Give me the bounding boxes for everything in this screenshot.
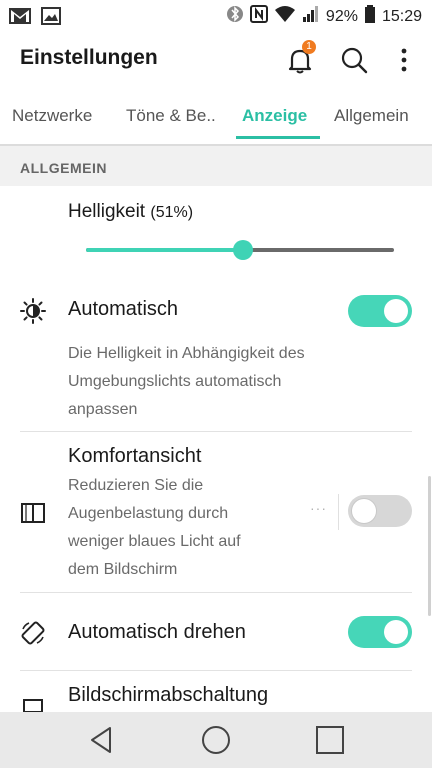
auto-rotate-toggle[interactable] [348,616,412,648]
back-icon [91,727,111,753]
search-button[interactable] [338,44,370,76]
slider-fill [86,248,244,252]
divider [20,670,412,671]
recents-button[interactable] [314,724,346,756]
slider-thumb[interactable] [233,240,254,260]
more-options-button[interactable] [392,44,416,76]
toggle-knob [384,620,408,644]
home-button[interactable] [200,724,232,756]
vertical-separator [338,494,339,530]
rotate-icon [20,620,46,646]
recents-icon [316,726,344,754]
desc-line: Umgebungslichts automatisch [68,373,282,390]
tab-netzwerke[interactable]: Netzwerke [12,106,92,126]
battery-icon [364,4,376,29]
comfort-view-toggle[interactable] [348,495,412,527]
nfc-icon [249,4,268,29]
desc-line: dem Bildschirm [68,561,178,578]
wifi-icon [274,4,296,29]
more-dots: ··· [310,500,327,516]
tab-toene[interactable]: Töne & Be.. [126,106,216,126]
comfort-view-description: Reduzieren Sie die Augenbelastung durch … [68,472,241,584]
comfort-view-title[interactable]: Komfortansicht [68,445,201,468]
status-bar: 92% 15:29 [0,0,432,32]
scrollbar[interactable] [428,476,431,616]
tab-allgemein[interactable]: Allgemein [334,106,409,126]
page-title: Einstellungen [20,46,158,69]
tab-bar: Netzwerke Töne & Be.. Anzeige Allgemein [0,96,432,144]
auto-rotate-title: Automatisch drehen [68,621,246,643]
auto-brightness-title: Automatisch [68,298,179,320]
divider [20,592,412,593]
search-icon [341,47,368,74]
signal-icon [302,4,320,29]
brightness-label: Helligkeit (51%) [68,201,193,223]
section-title: ALLGEMEIN [20,160,107,176]
desc-line: weniger blaues Licht auf [68,533,241,550]
brightness-title: Helligkeit [68,201,146,222]
book-icon [20,500,46,526]
toggle-knob [384,299,408,323]
app-bar: Einstellungen 1 [0,32,432,88]
desc-line: Reduzieren Sie die [68,477,204,494]
brightness-slider[interactable] [86,240,394,260]
navigation-bar [0,712,432,768]
divider [20,431,412,432]
auto-brightness-toggle[interactable] [348,295,412,327]
section-header: ALLGEMEIN [0,146,432,186]
notification-badge: 1 [302,40,316,54]
desc-line: Augenbelastung durch [68,505,229,522]
brightness-icon [20,298,46,324]
battery-percent: 92% [325,7,358,25]
home-icon [202,726,230,754]
clock: 15:29 [381,7,422,25]
bluetooth-icon [226,4,244,29]
back-button[interactable] [86,724,118,756]
gallery-icon [40,6,62,31]
active-tab-indicator [236,136,320,139]
auto-brightness-description: Die Helligkeit in Abhängigkeit des Umgeb… [68,340,305,424]
desc-line: anpassen [68,401,138,418]
tab-anzeige[interactable]: Anzeige [242,106,307,126]
more-vert-icon [401,48,407,72]
gmail-icon [8,6,32,31]
brightness-percent: (51%) [150,204,194,221]
screen-timeout-title[interactable]: Bildschirmabschaltung [68,684,268,707]
toggle-knob [352,499,376,523]
desc-line: Die Helligkeit in Abhängigkeit des [68,345,305,362]
